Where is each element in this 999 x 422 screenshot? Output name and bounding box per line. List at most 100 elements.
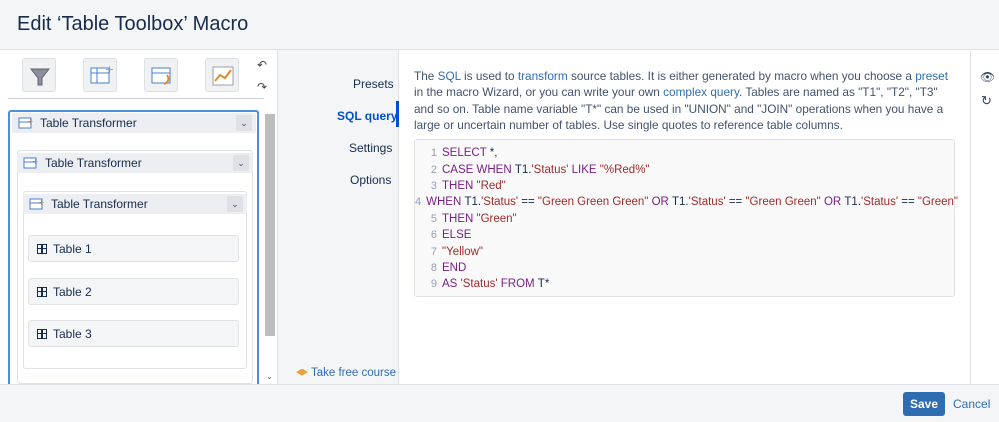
line-number: 2: [430, 163, 437, 176]
sql-editor[interactable]: 1 SELECT *, 2 CASE WHEN T1. 'Status' LIKE "%…: [414, 139, 958, 297]
code-token: ==: [725, 196, 746, 209]
desc-text: is used to: [460, 69, 518, 83]
line-number: 8: [430, 261, 437, 274]
line-number: 9: [430, 278, 437, 291]
code-line[interactable]: 3 THEN "Red": [415, 178, 954, 194]
code-token: 'Status': [481, 196, 519, 209]
chevron-down-icon[interactable]: ⌄: [233, 155, 249, 171]
line-number: 6: [430, 229, 437, 242]
code-token: "%Red%": [599, 163, 650, 176]
tree-scrollbar[interactable]: ⌄: [265, 110, 275, 386]
code-line[interactable]: 8 END: [415, 260, 954, 276]
code-token: OR: [648, 196, 673, 209]
svg-text:+: +: [32, 157, 39, 166]
tree-leaf-table-2[interactable]: Table 2: [28, 278, 239, 305]
line-number: 5: [430, 212, 437, 225]
eye-icon[interactable]: 👁: [980, 70, 995, 84]
redo-icon[interactable]: ↷: [257, 80, 267, 94]
tree-node-label: Table Transformer: [45, 156, 142, 170]
code-token: T1.: [844, 196, 862, 209]
code-token: THEN: [442, 179, 477, 192]
tree-node-label: Table Transformer: [51, 197, 148, 211]
chevron-down-icon[interactable]: ⌄: [236, 115, 252, 131]
take-free-course-link[interactable]: Take free course: [296, 367, 396, 379]
code-token: LIKE: [568, 163, 600, 176]
code-line[interactable]: 6 ELSE: [415, 227, 954, 243]
line-number: 1: [430, 147, 437, 160]
tree-leaf-table-1[interactable]: Table 1: [28, 235, 239, 262]
section-nav: [278, 50, 399, 384]
course-link-label: Take free course: [311, 367, 397, 379]
toolbar-divider: [8, 98, 264, 99]
table-transformer-icon: +: [29, 198, 45, 210]
undo-icon[interactable]: ↶: [257, 58, 267, 72]
save-button[interactable]: Save: [903, 392, 945, 416]
dialog-header: Edit ‘Table Toolbox’ Macro: [0, 0, 999, 50]
line-number: 7: [430, 245, 437, 258]
code-token: "Green Green": [745, 196, 821, 209]
tree-node-label: Table Transformer: [40, 116, 137, 130]
chart-icon[interactable]: [205, 58, 239, 92]
graduation-cap-icon: [296, 368, 308, 376]
desc-text: The: [414, 69, 438, 83]
code-line[interactable]: 7 "Yellow": [415, 243, 954, 259]
dialog-title: Edit ‘Table Toolbox’ Macro: [17, 13, 249, 35]
svg-text:+: +: [27, 117, 34, 126]
code-token: FROM: [497, 278, 538, 291]
code-token: 'Status': [861, 196, 899, 209]
table-icon: [37, 243, 47, 254]
refresh-icon[interactable]: ↻: [981, 93, 992, 109]
tree-leaf-label: Table 1: [53, 241, 92, 256]
desc-text: in the macro Wizard, or you can write yo…: [414, 85, 664, 100]
code-token: "Red": [476, 179, 506, 192]
code-line[interactable]: 2 CASE WHEN T1. 'Status' LIKE "%Red%": [415, 161, 954, 177]
chevron-down-icon[interactable]: ⌄: [227, 196, 243, 212]
code-token: *,: [489, 147, 498, 160]
table-transformer-icon: +: [23, 157, 39, 169]
table-icon: [37, 328, 47, 339]
code-line[interactable]: 1 SELECT *,: [415, 145, 954, 161]
scroll-down-icon[interactable]: ⌄: [266, 372, 273, 381]
macro-dialog: Edit ‘Table Toolbox’ Macro + ↶ ↷ + Table…: [0, 0, 999, 422]
code-token: ==: [518, 196, 538, 209]
code-token: WHEN: [426, 196, 465, 209]
preset-link[interactable]: preset: [915, 69, 948, 83]
code-token: OR: [820, 196, 845, 209]
table-icon: [37, 286, 47, 297]
table-add-icon[interactable]: +: [83, 58, 117, 92]
code-token: T*: [537, 278, 550, 291]
desc-text: source tables. It is either generated by…: [567, 69, 916, 83]
toolbar: +: [22, 58, 262, 94]
tree-leaf-table-3[interactable]: Table 3: [28, 320, 239, 347]
scroll-thumb[interactable]: [265, 114, 275, 336]
sql-link[interactable]: SQL: [438, 69, 461, 83]
code-token: 'Status': [460, 278, 498, 291]
tree-node-level2[interactable]: + Table Transformer ⌄: [17, 153, 253, 173]
code-token: SELECT: [442, 147, 490, 160]
code-token: AS: [442, 278, 461, 291]
code-line[interactable]: 4 WHEN T1. 'Status' == "Green Green Green"…: [415, 194, 958, 210]
cancel-button[interactable]: Cancel: [953, 397, 990, 411]
tree-node-level3[interactable]: + Table Transformer ⌄: [23, 194, 247, 214]
line-number: 3: [430, 179, 437, 192]
code-token: T1.: [464, 196, 482, 209]
table-transformer-icon: +: [18, 117, 34, 129]
code-line[interactable]: 5 THEN "Green": [415, 211, 954, 227]
code-token: "Green Green Green": [537, 196, 649, 209]
code-line[interactable]: 9 AS 'Status' FROM T*: [415, 276, 954, 292]
tree-node-level1[interactable]: + Table Transformer ⌄: [12, 113, 256, 133]
tree-leaf-label: Table 3: [53, 326, 92, 341]
complex-query-link[interactable]: complex query: [663, 85, 739, 99]
dialog-footer: [0, 384, 999, 422]
filter-icon[interactable]: [22, 58, 56, 92]
code-token: ELSE: [442, 229, 472, 242]
code-token: THEN: [442, 212, 477, 225]
code-token: "Green": [476, 212, 517, 225]
svg-text:+: +: [105, 63, 114, 76]
table-transform-icon[interactable]: [144, 58, 178, 92]
code-token: T1.: [514, 163, 532, 176]
transform-link[interactable]: transform: [518, 69, 568, 83]
code-token: T1.: [672, 196, 689, 209]
code-token: "Green": [917, 196, 958, 209]
svg-text:+: +: [38, 198, 45, 207]
